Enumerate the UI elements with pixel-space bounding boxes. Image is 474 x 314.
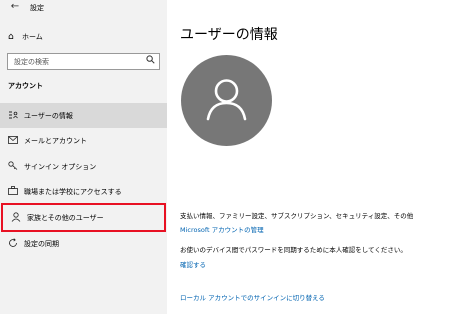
sidebar: ← 設定 ⌂ ホーム 設定の検索 アカウント ユーザーの情報 メールとアカウント… [0, 0, 167, 314]
person-icon [10, 211, 22, 224]
search-input[interactable]: 設定の検索 [7, 53, 160, 70]
section-title: アカウント [8, 82, 43, 90]
home-icon: ⌂ [8, 32, 14, 42]
home-link[interactable]: ⌂ ホーム [8, 30, 43, 44]
switch-to-local-account-link[interactable]: ローカル アカウントでのサインインに切り替える [180, 292, 325, 302]
back-arrow-icon[interactable]: ← [8, 1, 22, 13]
sidebar-item-label: 職場または学校にアクセスする [24, 187, 122, 196]
sidebar-item-signin-options[interactable]: サインイン オプション [0, 154, 167, 179]
sidebar-item-user-info[interactable]: ユーザーの情報 [0, 103, 167, 128]
briefcase-icon [7, 186, 19, 197]
window-title: 設定 [30, 4, 44, 12]
sidebar-item-label: 設定の同期 [24, 239, 59, 248]
avatar [181, 55, 272, 146]
home-label: ホーム [22, 33, 43, 41]
page-title: ユーザーの情報 [180, 27, 278, 43]
user-info-icon [7, 111, 19, 121]
sidebar-item-label: 家族とその他のユーザー [27, 213, 104, 222]
sidebar-item-label: メールとアカウント [24, 136, 87, 145]
title-bar: ← 設定 [0, 0, 167, 16]
sync-verification-text: お使いのデバイス間でパスワードを同期するために本人確認をしてください。 [180, 246, 407, 254]
mail-icon [7, 135, 19, 146]
search-placeholder: 設定の検索 [14, 58, 49, 66]
manage-microsoft-account-link[interactable]: Microsoft アカウントの管理 [180, 224, 264, 234]
sidebar-item-work-school[interactable]: 職場または学校にアクセスする [0, 179, 167, 204]
sidebar-item-label: サインイン オプション [24, 162, 97, 171]
key-icon [7, 161, 19, 172]
billing-description: 支払い情報、ファミリー設定、サブスクリプション、セキュリティ設定、その他 [180, 212, 414, 220]
verify-link[interactable]: 確認する [180, 259, 206, 269]
sidebar-item-mail[interactable]: メールとアカウント [0, 128, 167, 153]
person-avatar-icon [206, 79, 247, 121]
sync-icon [7, 237, 19, 250]
search-icon[interactable] [146, 55, 155, 67]
sidebar-item-family-other-users[interactable]: 家族とその他のユーザー [1, 203, 166, 232]
sidebar-item-sync-settings[interactable]: 設定の同期 [0, 231, 167, 256]
sidebar-item-label: ユーザーの情報 [24, 111, 73, 120]
